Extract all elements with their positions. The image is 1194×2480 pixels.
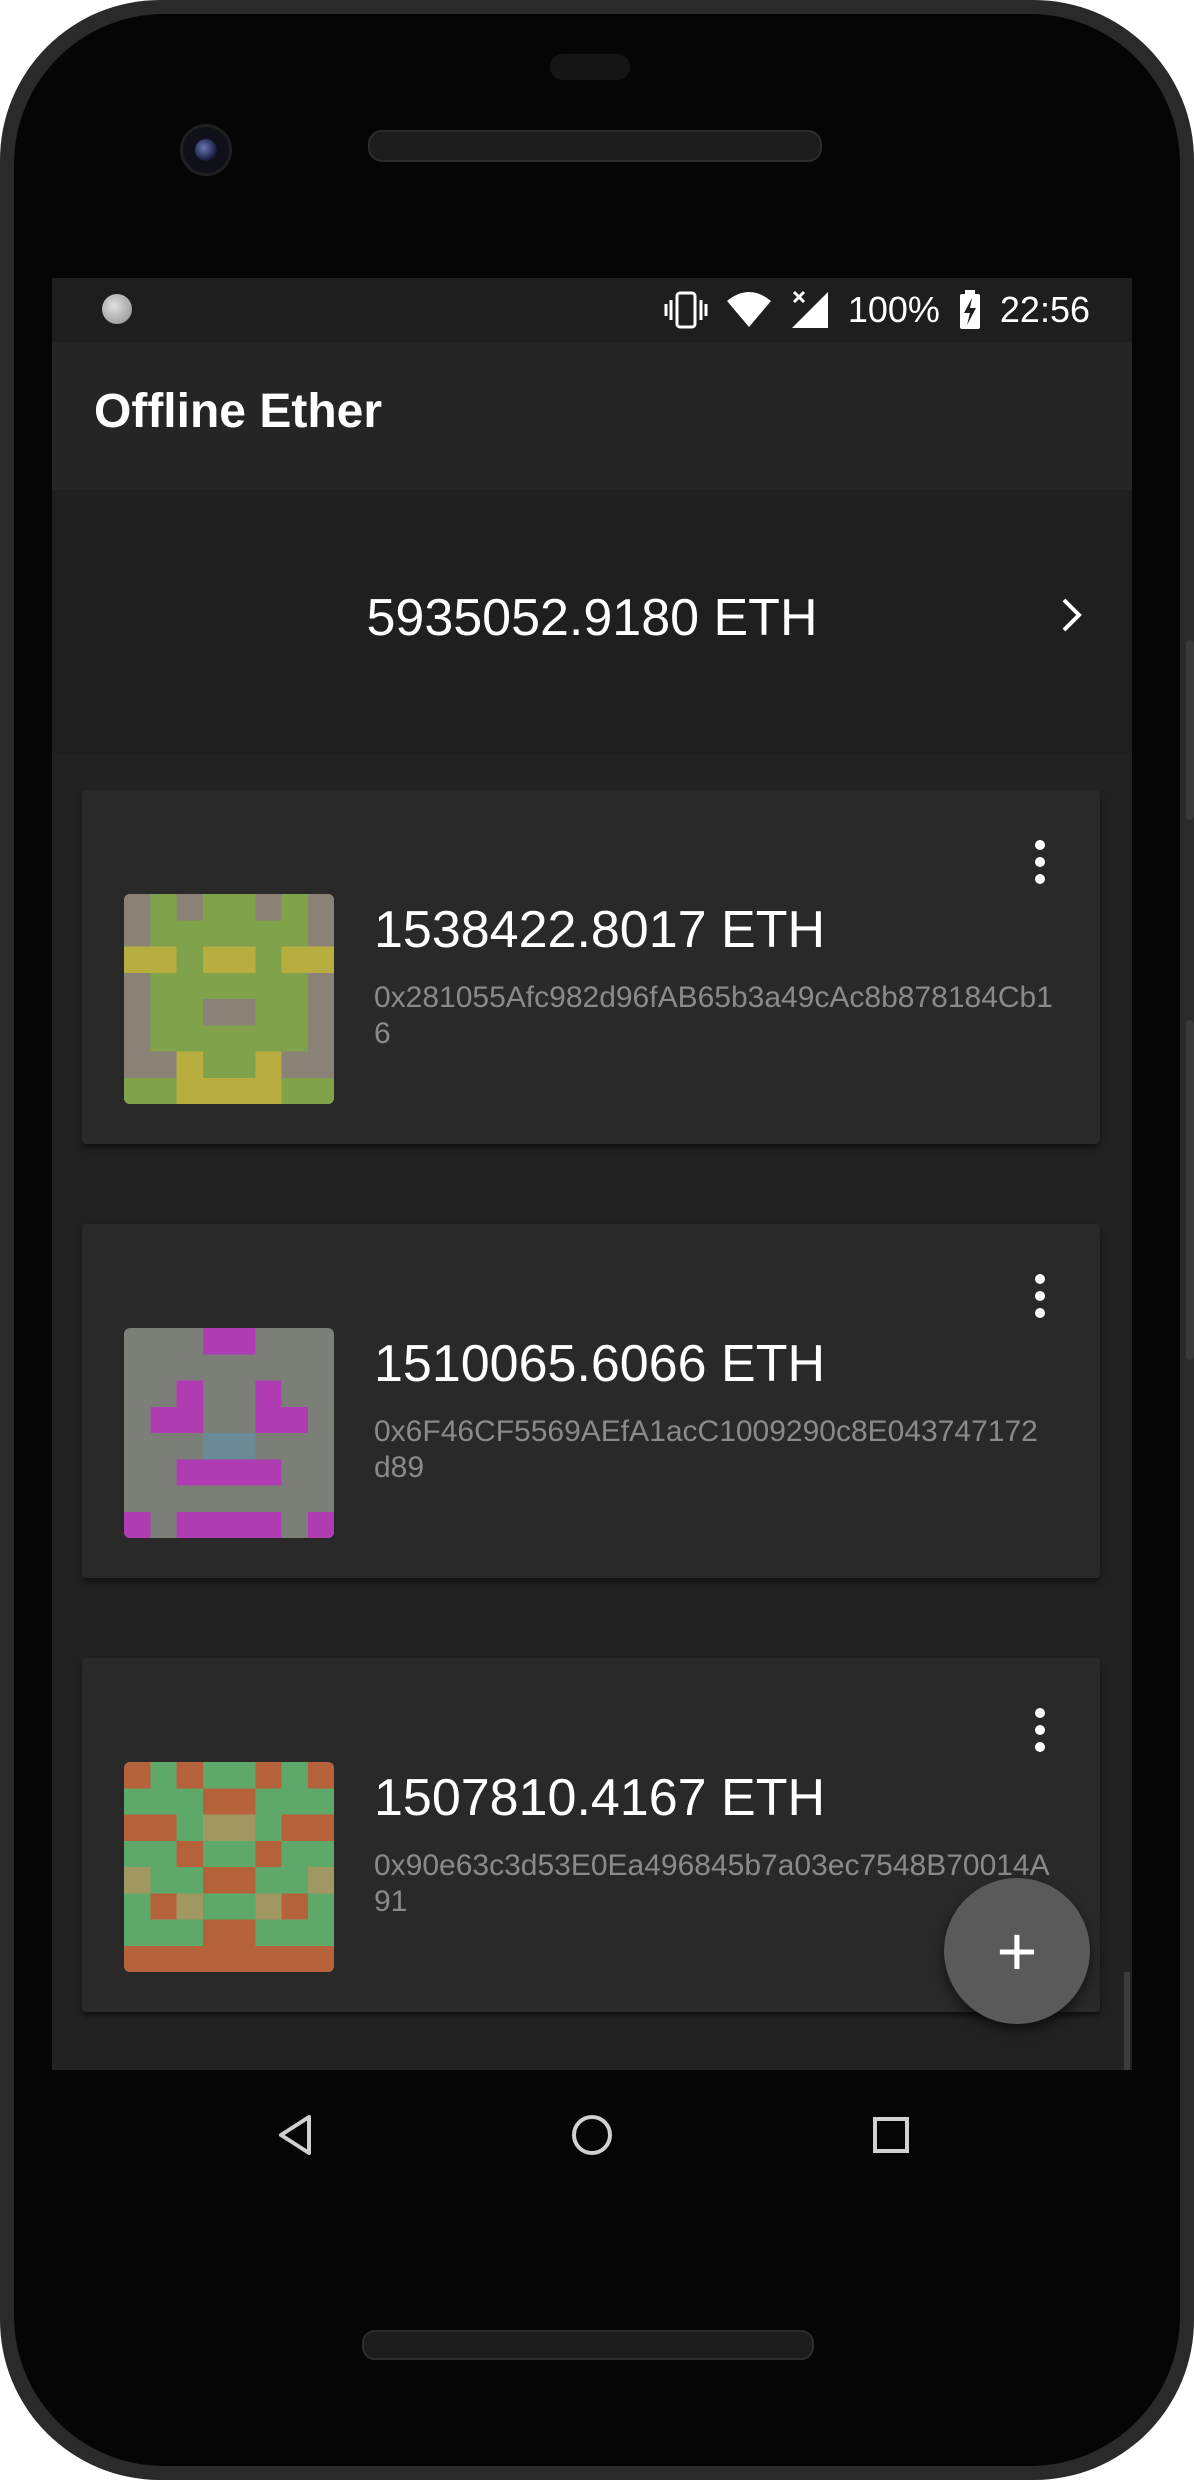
more-vert-icon[interactable] bbox=[1028, 1708, 1052, 1764]
power-button bbox=[1186, 640, 1194, 820]
wallet-card[interactable]: 1538422.8017 ETH 0x281055Afc982d96fAB65b… bbox=[82, 790, 1100, 1144]
wallet-balance: 1510065.6066 ETH bbox=[374, 1335, 826, 1393]
scrollbar[interactable] bbox=[1124, 1972, 1130, 2070]
notification-dot-icon bbox=[102, 294, 132, 324]
bottom-speaker bbox=[362, 2330, 814, 2360]
more-vert-icon[interactable] bbox=[1028, 1274, 1052, 1330]
cell-signal-off-icon bbox=[790, 290, 830, 330]
wallet-address: 0x6F46CF5569AEfA1acC1009290c8E043747172d… bbox=[374, 1415, 1038, 1484]
volume-button bbox=[1186, 1020, 1194, 1360]
recents-icon[interactable] bbox=[856, 2100, 926, 2170]
back-icon[interactable] bbox=[260, 2100, 330, 2170]
vibrate-icon bbox=[664, 290, 708, 330]
screen: 100% 22:56 Offline Ether 5935052.9180 ET… bbox=[52, 278, 1132, 2070]
wallet-card[interactable]: 1510065.6066 ETH 0x6F46CF5569AEfA1acC100… bbox=[82, 1224, 1100, 1578]
navigation-bar bbox=[52, 2070, 1132, 2200]
wallet-address: 0x90e63c3d53E0Ea496845b7a03ec7548B70014A… bbox=[374, 1849, 1050, 1918]
wallet-address: 0x281055Afc982d96fAB65b3a49cAc8b878184Cb… bbox=[374, 981, 1053, 1050]
app-bar: Offline Ether bbox=[52, 342, 1132, 490]
total-balance: 5935052.9180 ETH bbox=[366, 589, 818, 647]
more-vert-icon[interactable] bbox=[1028, 840, 1052, 896]
battery-percent: 100% bbox=[847, 289, 940, 330]
wallet-list[interactable]: 1538422.8017 ETH 0x281055Afc982d96fAB65b… bbox=[52, 754, 1132, 2070]
wallet-identicon bbox=[124, 894, 334, 1104]
wallet-balance: 1538422.8017 ETH bbox=[374, 901, 826, 959]
home-icon[interactable] bbox=[557, 2100, 627, 2170]
chevron-right-icon[interactable] bbox=[1052, 590, 1092, 640]
wallet-identicon bbox=[124, 1762, 334, 1972]
earpiece bbox=[550, 54, 630, 80]
wifi-icon bbox=[726, 291, 772, 329]
total-balance-row[interactable]: 5935052.9180 ETH bbox=[52, 490, 1132, 754]
app-title: Offline Ether bbox=[94, 385, 383, 438]
add-wallet-button[interactable]: + bbox=[944, 1878, 1090, 2024]
front-camera bbox=[180, 124, 232, 176]
top-speaker bbox=[368, 130, 822, 162]
battery-charging-icon bbox=[958, 290, 982, 330]
wallet-identicon bbox=[124, 1328, 334, 1538]
status-time: 22:56 bbox=[999, 289, 1090, 330]
wallet-balance: 1507810.4167 ETH bbox=[374, 1769, 826, 1827]
status-bar: 100% 22:56 bbox=[52, 278, 1132, 342]
